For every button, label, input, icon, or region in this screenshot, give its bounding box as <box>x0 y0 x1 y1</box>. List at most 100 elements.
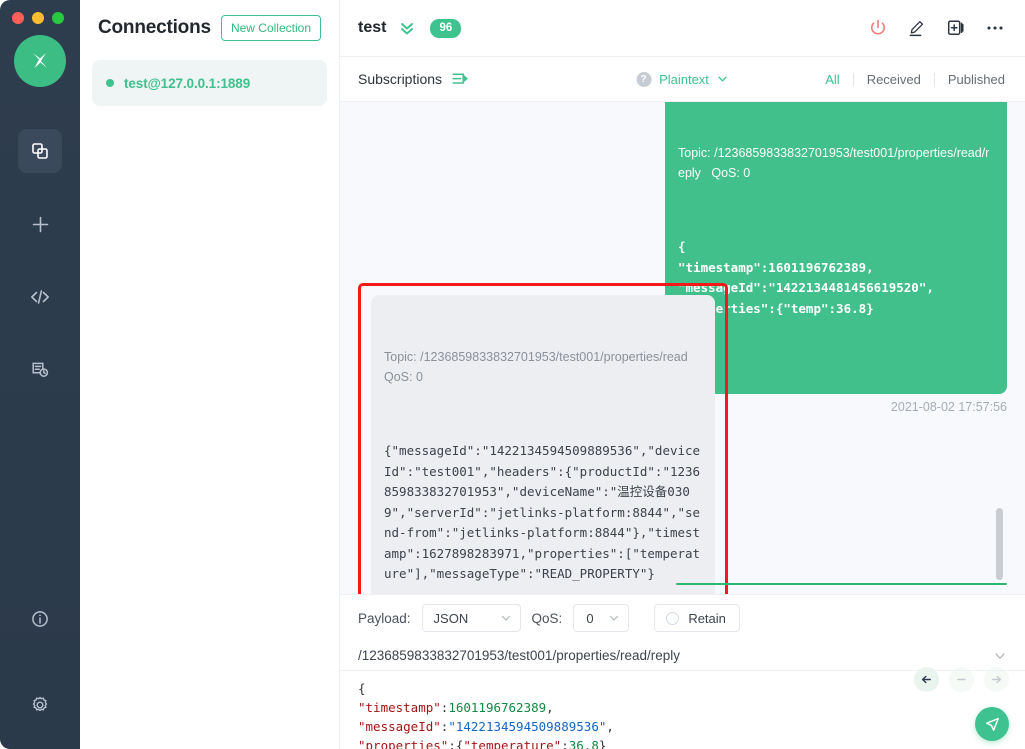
editor-token: "temperature" <box>463 738 562 749</box>
icon-rail <box>0 0 80 749</box>
arrow-left-icon <box>921 675 931 684</box>
history-clear-button[interactable] <box>949 667 974 692</box>
maximize-window-button[interactable] <box>52 12 64 24</box>
editor-token: "properties" <box>358 738 449 749</box>
info-circle-icon <box>32 611 48 627</box>
editor-token: } <box>598 738 607 749</box>
chevron-down-icon <box>610 615 619 621</box>
payload-format-selector[interactable]: ? Plaintext <box>636 71 729 87</box>
sidebar-item-new-connection[interactable] <box>18 202 62 246</box>
connection-header: test 96 <box>340 0 1025 57</box>
collapse-toggle[interactable] <box>398 19 416 37</box>
sidebar-item-connections[interactable] <box>18 129 62 173</box>
message-topic: Topic: /1236859833832701953/test001/prop… <box>384 350 699 384</box>
retain-label: Retain <box>688 610 726 626</box>
edit-connection-button[interactable] <box>907 18 927 38</box>
disconnect-button[interactable] <box>868 18 888 38</box>
subscriptions-label: Subscriptions <box>358 71 443 87</box>
message-list-scrollbar[interactable] <box>996 508 1003 580</box>
history-next-button[interactable] <box>984 667 1009 692</box>
sidebar-item-log[interactable] <box>18 348 62 392</box>
message-list[interactable]: Topic: /1236859833832701953/test001/prop… <box>340 102 1025 594</box>
message-item-received-highlighted: Topic: /1236859833832701953/test001/prop… <box>358 283 728 594</box>
new-collection-button[interactable]: New Collection <box>220 15 321 41</box>
editor-token: "1422134594509889536" <box>448 719 607 734</box>
message-topic: Topic: /1236859833832701953/test001/prop… <box>678 146 990 180</box>
app-logo <box>14 35 66 87</box>
connections-list: test@127.0.0.1:1889 <box>80 60 339 106</box>
history-prev-button[interactable] <box>914 667 939 692</box>
connection-title: test <box>358 19 387 36</box>
editor-token: 1601196762389 <box>448 700 547 715</box>
page-title: Connections <box>98 17 211 38</box>
topic-input[interactable]: /1236859833832701953/test001/properties/… <box>358 648 993 663</box>
editor-token: "messageId" <box>358 719 441 734</box>
sidebar-item-about[interactable] <box>18 597 62 641</box>
qos-value: 0 <box>586 610 594 626</box>
subscriptions-toggle-button[interactable] <box>451 70 469 88</box>
qos-select[interactable]: 0 <box>573 604 630 632</box>
editor-token: , <box>606 719 614 734</box>
editor-line: "messageId":"1422134594509889536", <box>358 717 1007 736</box>
app-window: Connections New Collection test@127.0.0.… <box>0 0 1025 749</box>
chevron-down-icon[interactable] <box>993 649 1007 663</box>
more-button[interactable] <box>985 18 1005 38</box>
retain-radio[interactable] <box>666 611 680 625</box>
message-bubble[interactable]: Topic: /1236859833832701953/test001/prop… <box>371 295 715 594</box>
gear-icon <box>32 696 48 712</box>
send-paper-plane-icon <box>985 717 999 731</box>
chevron-down-icon <box>501 615 510 621</box>
tab-published[interactable]: Published <box>935 72 1005 87</box>
composer-controls: Payload: JSON QoS: 0 Retain <box>340 595 1025 641</box>
main-area: test 96 Subscriptions ? Plaintext All Re… <box>340 0 1025 749</box>
connection-name: test@127.0.0.1:1889 <box>124 75 251 91</box>
sidebar-item-settings[interactable] <box>18 683 62 727</box>
editor-token: : <box>561 738 569 749</box>
pencil-icon <box>909 21 924 37</box>
connection-status-dot <box>106 79 114 87</box>
rail-primary-items <box>0 129 80 421</box>
retain-toggle[interactable]: Retain <box>654 604 740 632</box>
message-list-inner: Topic: /1236859833832701953/test001/prop… <box>358 102 1007 594</box>
send-message-button[interactable] <box>975 707 1009 741</box>
minus-icon <box>957 678 966 681</box>
message-filter-tabs: All Received Published <box>825 72 1005 87</box>
editor-token: "timestamp" <box>358 700 441 715</box>
connections-panel: Connections New Collection test@127.0.0.… <box>80 0 340 749</box>
plus-icon <box>32 216 48 232</box>
payload-label: Payload: <box>358 610 411 626</box>
document-clock-icon <box>32 362 49 377</box>
power-icon <box>871 19 885 35</box>
editor-line: { <box>358 679 1007 698</box>
message-composer: Payload: JSON QoS: 0 Retain /12368598338… <box>340 594 1025 749</box>
arrow-right-icon <box>992 675 1002 684</box>
payload-format-select[interactable]: JSON <box>421 604 521 632</box>
tab-received[interactable]: Received <box>854 72 934 87</box>
chevron-double-down-icon <box>401 23 414 35</box>
minimize-window-button[interactable] <box>32 12 44 24</box>
payload-format-value: JSON <box>433 610 469 626</box>
ellipsis-icon <box>987 26 1003 30</box>
history-nav-buttons <box>914 667 1009 692</box>
editor-token: :{ <box>448 738 464 749</box>
close-window-button[interactable] <box>12 12 24 24</box>
question-circle-icon[interactable]: ? <box>636 71 652 87</box>
code-brackets-icon <box>30 290 50 304</box>
list-item[interactable]: test@127.0.0.1:1889 <box>92 60 327 106</box>
message-count-badge: 96 <box>430 18 462 38</box>
new-window-button[interactable] <box>946 18 966 38</box>
list-arrow-icon <box>452 73 469 84</box>
editor-token: , <box>546 700 554 715</box>
editor-line: "timestamp":1601196762389, <box>358 698 1007 717</box>
format-value[interactable]: Plaintext <box>659 72 709 87</box>
window-traffic-lights <box>12 12 64 24</box>
rail-bottom-items <box>0 597 80 727</box>
tab-all[interactable]: All <box>825 72 852 87</box>
editor-line: "properties":{"temperature":36.8} <box>358 736 1007 749</box>
panel-resize-handle[interactable] <box>676 583 1007 585</box>
sidebar-item-scripts[interactable] <box>18 275 62 319</box>
qos-label: QoS: <box>531 610 563 626</box>
mqttx-logo-icon <box>33 53 47 68</box>
chevron-down-icon <box>718 76 728 82</box>
message-payload: {"messageId":"1422134594509889536","devi… <box>384 443 701 581</box>
